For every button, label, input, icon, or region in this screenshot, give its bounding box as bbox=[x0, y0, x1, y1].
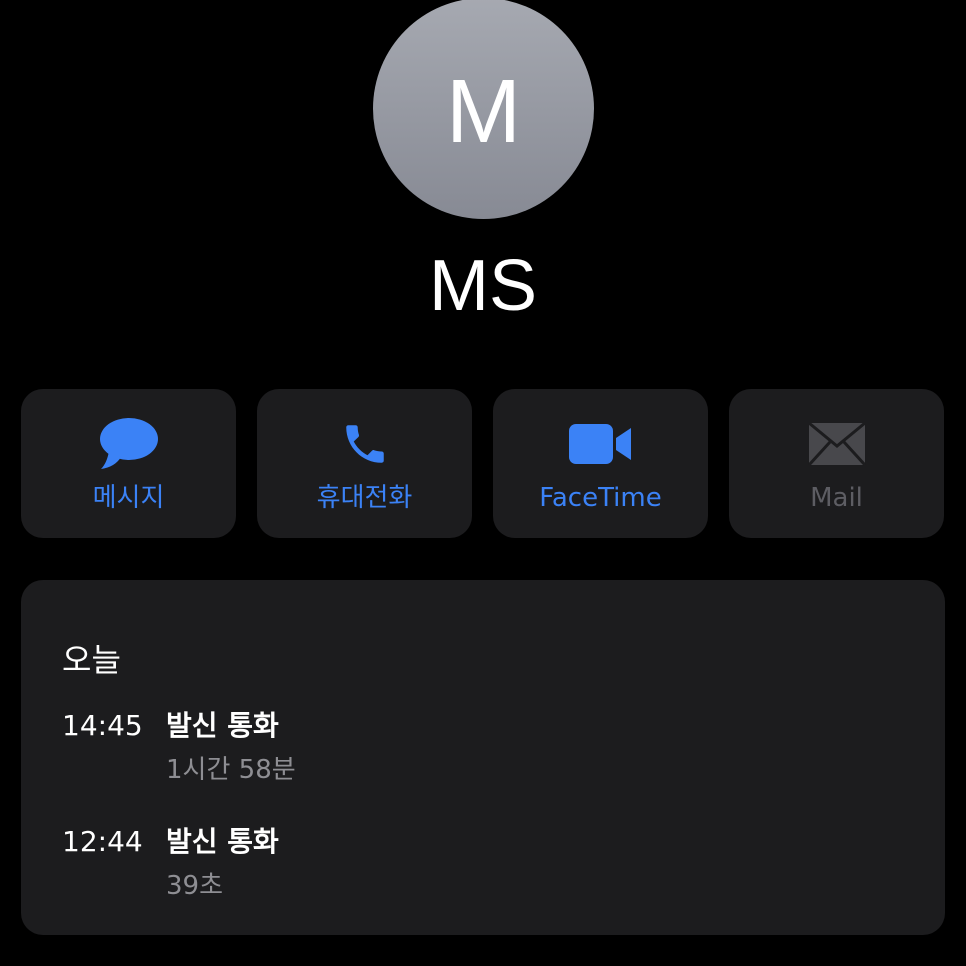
facetime-button[interactable]: FaceTime bbox=[493, 389, 708, 538]
avatar: M bbox=[373, 0, 594, 219]
call-type: 발신 통화 bbox=[166, 825, 279, 858]
phone-icon bbox=[257, 417, 472, 471]
message-button-label: 메시지 bbox=[92, 483, 165, 513]
video-camera-icon bbox=[493, 417, 708, 471]
avatar-initial: M bbox=[446, 61, 521, 162]
call-duration: 39초 bbox=[166, 871, 224, 901]
recent-calls-card: 오늘 14:45 발신 통화 1시간 58분 12:44 발신 통화 39초 bbox=[21, 580, 945, 935]
contact-detail-screen: M MS 메시지 휴대전화 FaceTime Mail 오늘 14:45 발신 … bbox=[0, 0, 966, 966]
mobile-call-button-label: 휴대전화 bbox=[316, 483, 413, 513]
recent-calls-section-title: 오늘 bbox=[62, 641, 121, 679]
message-button[interactable]: 메시지 bbox=[21, 389, 236, 538]
action-buttons-row: 메시지 휴대전화 FaceTime Mail bbox=[21, 389, 945, 538]
call-type: 발신 통화 bbox=[166, 709, 279, 742]
call-time: 12:44 bbox=[62, 825, 143, 858]
mail-button[interactable]: Mail bbox=[729, 389, 944, 538]
mobile-call-button[interactable]: 휴대전화 bbox=[257, 389, 472, 538]
call-duration: 1시간 58분 bbox=[166, 755, 296, 785]
mail-envelope-icon bbox=[729, 417, 944, 471]
message-bubble-icon bbox=[21, 417, 236, 471]
facetime-button-label: FaceTime bbox=[539, 483, 662, 513]
mail-button-label: Mail bbox=[810, 483, 863, 513]
contact-name: MS bbox=[429, 246, 537, 326]
call-time: 14:45 bbox=[62, 709, 143, 742]
